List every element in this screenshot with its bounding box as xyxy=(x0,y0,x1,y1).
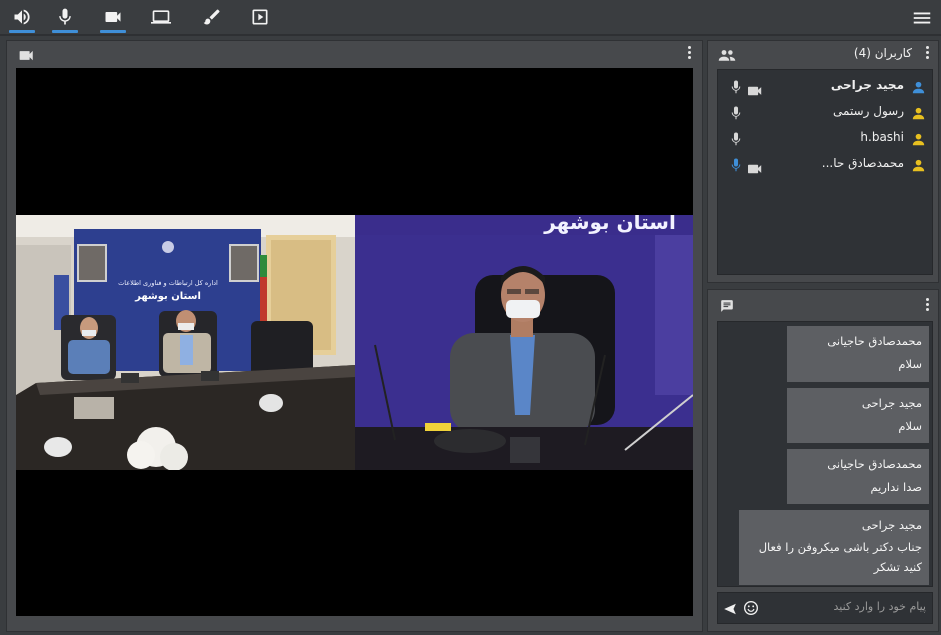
microphone-icon[interactable] xyxy=(731,105,741,124)
emoji-button[interactable] xyxy=(743,600,759,620)
message-sender: محمدصادق حاجیانی xyxy=(827,334,922,348)
user-row[interactable]: مجید جراحی xyxy=(718,74,932,98)
users-panel-options-button[interactable] xyxy=(924,46,930,60)
video-panel-header xyxy=(7,41,702,65)
backdrop-line2: استان بوشهر xyxy=(134,291,201,302)
user-row[interactable]: محمدصادق حا... xyxy=(718,152,932,176)
user-avatar-icon xyxy=(912,105,925,124)
hamburger-menu-button[interactable] xyxy=(911,7,933,29)
chat-message: مجید جراحی جناب دکتر باشی میکروفن را فعا… xyxy=(739,510,929,585)
message-text: جناب دکتر باشی میکروفن را فعال کنید تشکر xyxy=(758,540,922,574)
camera-icon xyxy=(105,12,121,22)
send-icon xyxy=(724,603,736,615)
message-text: سلام xyxy=(898,419,922,433)
camera-icon[interactable] xyxy=(748,159,762,178)
message-text: سلام xyxy=(898,357,922,371)
chat-message-input[interactable] xyxy=(776,600,926,613)
top-toolbar xyxy=(0,0,941,36)
user-name: محمدصادق حا... xyxy=(821,156,904,170)
hamburger-icon xyxy=(913,12,931,24)
whiteboard-button[interactable] xyxy=(199,4,225,30)
chat-bubble-icon xyxy=(720,298,734,317)
message-text: صدا نداریم xyxy=(870,480,923,494)
play-media-button[interactable] xyxy=(247,4,273,30)
microphone-icon xyxy=(59,8,71,25)
video-stage: اداره کل ارتباطات و فناوری اطلاعات استان… xyxy=(16,68,693,616)
people-icon xyxy=(718,47,736,66)
camera-button[interactable] xyxy=(100,4,126,33)
chat-message-list: محمدصادق حاجیانی سلام مجید جراحی سلام مح… xyxy=(717,321,933,587)
backdrop-line1: اداره کل ارتباطات و فناوری اطلاعات xyxy=(118,279,218,287)
microphone-button[interactable] xyxy=(52,4,78,33)
chat-panel: محمدصادق حاجیانی سلام مجید جراحی سلام مح… xyxy=(707,289,939,632)
laptop-icon xyxy=(151,10,171,24)
speaker-icon xyxy=(14,9,30,25)
user-avatar-icon xyxy=(912,157,925,176)
camera-icon xyxy=(19,47,34,66)
video-panel-options-button[interactable] xyxy=(686,46,692,60)
video-panel: اداره کل ارتباطات و فناوری اطلاعات استان… xyxy=(6,40,703,632)
chat-message: محمدصادق حاجیانی سلام xyxy=(787,326,929,382)
send-button[interactable] xyxy=(723,601,737,620)
speaker-button[interactable] xyxy=(9,4,35,33)
users-panel-header: کاربران (4) xyxy=(708,41,938,66)
play-icon xyxy=(252,9,268,25)
chat-message: مجید جراحی سلام xyxy=(787,388,929,443)
chat-input-bar xyxy=(717,592,933,624)
speaker-video: استان بوشهر xyxy=(355,215,693,470)
screen-share-button[interactable] xyxy=(148,4,174,30)
user-avatar-icon xyxy=(912,79,925,98)
users-list: مجید جراحی رسول رستمی h.bashi محمدصادق ح xyxy=(717,69,933,275)
users-panel: کاربران (4) مجید جراحی رسول رستمی h.bash… xyxy=(707,40,939,283)
speaker-banner-text: استان بوشهر xyxy=(543,215,676,234)
user-avatar-icon xyxy=(912,131,925,150)
user-name: مجید جراحی xyxy=(830,78,904,92)
user-name: رسول رستمی xyxy=(833,104,904,118)
users-title: کاربران (4) xyxy=(853,46,912,60)
brush-icon xyxy=(203,9,220,25)
chat-message: محمدصادق حاجیانی صدا نداریم xyxy=(787,449,929,504)
user-row[interactable]: h.bashi xyxy=(718,126,932,150)
message-sender: محمدصادق حاجیانی xyxy=(827,457,922,471)
camera-icon[interactable] xyxy=(748,81,762,100)
message-sender: مجید جراحی xyxy=(861,396,922,410)
microphone-icon[interactable] xyxy=(731,157,741,176)
message-sender: مجید جراحی xyxy=(861,518,922,532)
emoji-icon xyxy=(744,601,758,615)
user-name: h.bashi xyxy=(860,130,904,144)
user-row[interactable]: رسول رستمی xyxy=(718,100,932,124)
conference-room-video: اداره کل ارتباطات و فناوری اطلاعات استان… xyxy=(16,215,355,470)
microphone-icon[interactable] xyxy=(731,131,741,150)
chat-panel-options-button[interactable] xyxy=(924,298,930,312)
microphone-icon[interactable] xyxy=(731,79,741,98)
